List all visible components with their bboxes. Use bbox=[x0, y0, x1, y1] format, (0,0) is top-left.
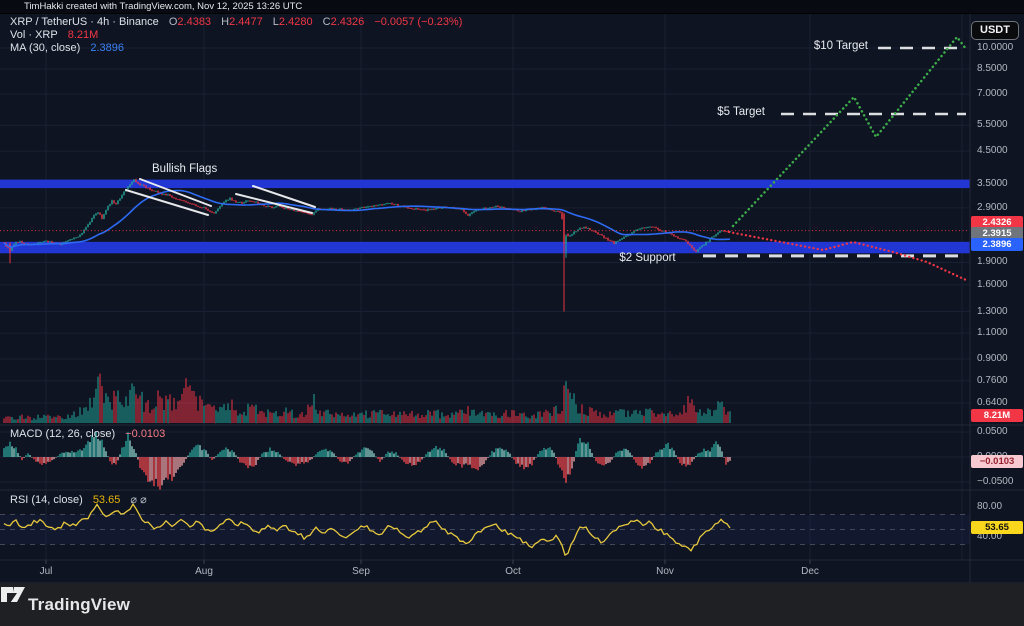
close-value: 2.4326 bbox=[330, 16, 365, 28]
volume-label: Vol · XRP bbox=[10, 29, 58, 41]
price-tick-label: 0.7600 bbox=[977, 375, 1008, 386]
ma-label: MA (30, close) bbox=[10, 42, 81, 54]
target10-annotation: $10 Target bbox=[813, 40, 868, 52]
rsi-tick-label: 80.00 bbox=[977, 501, 1003, 512]
price-tick-label: 8.5000 bbox=[977, 63, 1008, 74]
price-tick-label: 0.6400 bbox=[977, 397, 1008, 408]
price-tick-label: 1.6000 bbox=[977, 279, 1008, 290]
volume-value: 8.21M bbox=[67, 29, 99, 41]
time-axis-month-label: Aug bbox=[195, 566, 213, 577]
time-axis-month-label: Oct bbox=[505, 566, 521, 577]
low-value: 2.4280 bbox=[278, 16, 313, 28]
macd-legend-row[interactable]: MACD (12, 26, close) −0.0103 bbox=[10, 428, 165, 440]
target5-annotation: $5 Target bbox=[717, 106, 765, 118]
support2-annotation: $2 Support bbox=[619, 252, 676, 264]
price-tick-label: 10.0000 bbox=[977, 42, 1014, 53]
support-resistance-zones bbox=[0, 179, 970, 254]
macd-tick-label: −0.0500 bbox=[977, 476, 1014, 487]
time-axis-month-label: Nov bbox=[656, 566, 674, 577]
price-tick-label: 0.9000 bbox=[977, 353, 1008, 364]
open-value: 2.4383 bbox=[177, 16, 212, 28]
high-label: H bbox=[221, 16, 230, 28]
bullish-projection-line bbox=[731, 34, 968, 228]
price-tick-label: 1.9000 bbox=[977, 256, 1008, 267]
tradingview-snapshot: TimHakki created with TradingView.com, N… bbox=[0, 0, 1024, 626]
ma-price-label: 2.3896 bbox=[971, 238, 1023, 251]
rsi-value: 53.65 bbox=[92, 494, 121, 506]
price-tick-label: 4.5000 bbox=[977, 145, 1008, 156]
volume-axis-label: 8.21M bbox=[971, 409, 1023, 422]
rsi-pane bbox=[0, 502, 970, 556]
ma-value: 2.3896 bbox=[90, 42, 125, 54]
target-lines bbox=[703, 46, 966, 258]
price-tick-label: 5.5000 bbox=[977, 119, 1008, 130]
macd-axis-label: −0.0103 bbox=[971, 455, 1023, 468]
footer-bar: TradingView bbox=[0, 583, 1024, 626]
change-value: −0.0057 (−0.23%) bbox=[374, 16, 463, 28]
close-label: C bbox=[322, 16, 331, 28]
rsi-label: RSI (14, close) bbox=[10, 494, 83, 506]
price-tick-label: 1.3000 bbox=[977, 306, 1008, 317]
tradingview-logo-text[interactable]: TradingView bbox=[28, 595, 130, 615]
rsi-legend-row[interactable]: RSI (14, close) 53.65 ⌀ ⌀ bbox=[10, 493, 147, 506]
pane-separators bbox=[0, 14, 1024, 584]
ma-30-line bbox=[3, 189, 731, 248]
rsi-axis-label: 53.65 bbox=[971, 521, 1023, 534]
macd-tick-label: 0.0500 bbox=[977, 426, 1008, 437]
macd-label: MACD (12, 26, close) bbox=[10, 428, 116, 440]
chart-canvas[interactable] bbox=[0, 0, 1024, 626]
volume-legend-row[interactable]: Vol · XRP 8.21M bbox=[10, 29, 98, 41]
symbol-legend-row[interactable]: XRP / TetherUS · 4h · Binance O2.4383 H2… bbox=[10, 16, 462, 28]
price-tick-label: 2.9000 bbox=[977, 202, 1008, 213]
ma-legend-row[interactable]: MA (30, close) 2.3896 bbox=[10, 42, 124, 54]
macd-value: −0.0103 bbox=[125, 428, 166, 440]
macd-histogram bbox=[3, 432, 731, 491]
time-axis-month-label: Jul bbox=[39, 566, 53, 577]
grid-lines bbox=[0, 14, 970, 560]
symbol-title: XRP / TetherUS · 4h · Binance bbox=[10, 16, 159, 28]
price-tick-label: 3.5000 bbox=[977, 178, 1008, 189]
price-tick-label: 7.0000 bbox=[977, 88, 1008, 99]
time-axis-month-label: Dec bbox=[801, 566, 819, 577]
high-value: 2.4477 bbox=[229, 16, 263, 28]
rsi-empty-markers: ⌀ ⌀ bbox=[130, 494, 147, 506]
price-tick-label: 1.1000 bbox=[977, 327, 1008, 338]
bullish-flags-annotation: Bullish Flags bbox=[152, 163, 218, 175]
currency-toggle-button[interactable]: USDT bbox=[971, 21, 1019, 40]
tradingview-logo-icon[interactable] bbox=[0, 583, 26, 605]
time-axis-month-label: Sep bbox=[352, 566, 370, 577]
